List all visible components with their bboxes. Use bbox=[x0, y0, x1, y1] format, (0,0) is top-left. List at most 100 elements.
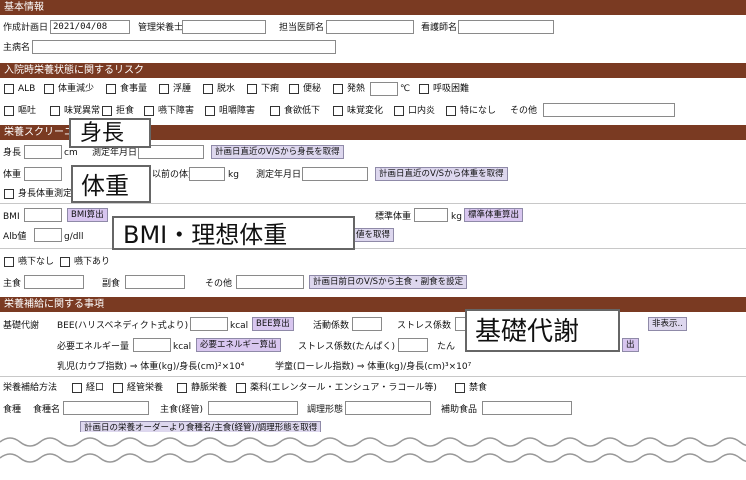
height-unit: cm bbox=[64, 148, 78, 158]
weight-date-input[interactable] bbox=[302, 167, 368, 181]
get-weight-button[interactable]: 計画日直近のV/Sから体重を取得 bbox=[375, 167, 508, 181]
weight-unit: kg bbox=[228, 170, 239, 180]
bee-label: BEE(ハリスベネディクト式より) bbox=[57, 321, 189, 331]
risk-refusal-label: 拒食 bbox=[116, 106, 135, 116]
risk-weight-loss-checkbox[interactable] bbox=[44, 84, 54, 94]
swallow-yes-label: 嚥下あり bbox=[74, 257, 111, 267]
activity-label: 活動係数 bbox=[313, 321, 350, 331]
calc-std-weight-button[interactable]: 標準体重算出 bbox=[464, 208, 524, 222]
section-risk-header: 入院時栄養状態に関するリスク bbox=[0, 63, 746, 78]
risk-meal-amount-checkbox[interactable] bbox=[106, 84, 116, 94]
plan-date-input[interactable]: 2021/04/08 bbox=[50, 20, 130, 34]
calc-bee-button[interactable]: BEE算出 bbox=[252, 317, 294, 331]
method-iv-label: 静脈栄養 bbox=[191, 383, 228, 393]
doctor-input[interactable] bbox=[326, 20, 414, 34]
disease-label: 主病名 bbox=[3, 43, 31, 53]
risk-stomatitis-label: 口内炎 bbox=[408, 106, 436, 116]
bmi-input[interactable] bbox=[24, 208, 62, 222]
risk-taste-change-checkbox[interactable] bbox=[333, 106, 343, 116]
risk-alb-label: ALB bbox=[18, 84, 36, 94]
alb-input[interactable] bbox=[34, 228, 62, 242]
risk-refusal-checkbox[interactable] bbox=[102, 106, 112, 116]
energy-label: 必要エネルギー量 bbox=[57, 342, 130, 352]
risk-dysphagia-checkbox[interactable] bbox=[144, 106, 154, 116]
callout-bee: 基礎代謝 bbox=[465, 309, 620, 352]
method-drug-checkbox[interactable] bbox=[236, 383, 246, 393]
risk-meal-amount-label: 食事量 bbox=[120, 84, 148, 94]
std-weight-unit: kg bbox=[451, 212, 462, 222]
risk-appetite-label: 食欲低下 bbox=[284, 106, 321, 116]
risk-chewing-checkbox[interactable] bbox=[205, 106, 215, 116]
other-food-label: その他 bbox=[205, 279, 233, 289]
set-food-button[interactable]: 計画日前日のV/Sから主食・副食を設定 bbox=[309, 275, 468, 289]
risk-edema-checkbox[interactable] bbox=[159, 84, 169, 94]
weight-date-label: 測定年月日 bbox=[256, 170, 302, 180]
swallow-yes-checkbox[interactable] bbox=[60, 257, 70, 267]
method-iv-checkbox[interactable] bbox=[177, 383, 187, 393]
dietitian-input[interactable] bbox=[182, 20, 266, 34]
get-alb-button[interactable]: 値を取得 bbox=[352, 228, 395, 242]
side-food-input[interactable] bbox=[125, 275, 185, 289]
supplement-input[interactable] bbox=[482, 401, 572, 415]
risk-other-label: その他 bbox=[510, 106, 538, 116]
dietitian-label: 管理栄養士 bbox=[138, 23, 184, 33]
risk-fever-label: 発熱 bbox=[347, 84, 366, 94]
risk-taste-abnormal-label: 味覚異常 bbox=[64, 106, 101, 116]
calc-protein-button[interactable]: 出 bbox=[622, 338, 639, 352]
swallow-none-checkbox[interactable] bbox=[4, 257, 14, 267]
kaup-formula: 乳児(カウプ指数) ⇒ 体重(kg)/身長(cm)²×10⁴ bbox=[57, 362, 245, 372]
calc-bmi-button[interactable]: BMI算出 bbox=[67, 208, 108, 222]
main-food-input[interactable] bbox=[24, 275, 84, 289]
meal-name-input[interactable] bbox=[63, 401, 149, 415]
get-height-button[interactable]: 計画日直近のV/Sから身長を取得 bbox=[211, 145, 344, 159]
method-tube-label: 経管栄養 bbox=[127, 383, 164, 393]
method-oral-label: 経口 bbox=[86, 383, 105, 393]
nurse-input[interactable] bbox=[458, 20, 554, 34]
form-input[interactable] bbox=[345, 401, 431, 415]
risk-none-checkbox[interactable] bbox=[446, 106, 456, 116]
risk-taste-change-label: 味覚変化 bbox=[347, 106, 384, 116]
method-label: 栄養補給方法 bbox=[3, 383, 58, 393]
risk-weight-loss-label: 体重減少 bbox=[58, 84, 95, 94]
main-food-tube-input[interactable] bbox=[208, 401, 298, 415]
disease-input[interactable] bbox=[32, 40, 336, 54]
risk-fever-checkbox[interactable] bbox=[333, 84, 343, 94]
hidden-toggle-button[interactable]: 非表示.. bbox=[648, 317, 687, 331]
weight-input[interactable] bbox=[24, 167, 62, 181]
unmeasurable-checkbox[interactable] bbox=[4, 189, 14, 199]
std-weight-input[interactable] bbox=[414, 208, 448, 222]
risk-none-label: 特になし bbox=[460, 106, 497, 116]
risk-taste-abnormal-checkbox[interactable] bbox=[50, 106, 60, 116]
alb-label: Alb値 bbox=[3, 232, 27, 242]
prev-weight-input[interactable] bbox=[189, 167, 225, 181]
risk-constipation-checkbox[interactable] bbox=[289, 84, 299, 94]
risk-appetite-checkbox[interactable] bbox=[270, 106, 280, 116]
method-oral-checkbox[interactable] bbox=[72, 383, 82, 393]
supplement-label: 補助食品 bbox=[441, 405, 478, 415]
stress-label: ストレス係数 bbox=[397, 321, 452, 331]
callout-height: 身長 bbox=[69, 118, 151, 148]
calc-energy-button[interactable]: 必要エネルギー算出 bbox=[196, 338, 281, 352]
other-food-input[interactable] bbox=[236, 275, 304, 289]
method-tube-checkbox[interactable] bbox=[113, 383, 123, 393]
risk-other-input[interactable] bbox=[543, 103, 675, 117]
stress-protein-input[interactable] bbox=[398, 338, 428, 352]
bmi-label: BMI bbox=[3, 212, 20, 222]
side-food-label: 副食 bbox=[102, 279, 121, 289]
bee-input[interactable] bbox=[190, 317, 228, 331]
fever-temp-input[interactable] bbox=[370, 82, 398, 96]
plan-date-label: 作成計画日 bbox=[3, 23, 49, 33]
risk-vomit-checkbox[interactable] bbox=[4, 106, 14, 116]
height-label: 身長 bbox=[3, 148, 22, 158]
height-input[interactable] bbox=[24, 145, 62, 159]
risk-dyspnea-checkbox[interactable] bbox=[419, 84, 429, 94]
risk-alb-checkbox[interactable] bbox=[4, 84, 14, 94]
energy-input[interactable] bbox=[133, 338, 171, 352]
activity-input[interactable] bbox=[352, 317, 382, 331]
method-fasting-checkbox[interactable] bbox=[455, 383, 465, 393]
risk-diarrhea-checkbox[interactable] bbox=[247, 84, 257, 94]
risk-stomatitis-checkbox[interactable] bbox=[394, 106, 404, 116]
risk-dehydration-checkbox[interactable] bbox=[203, 84, 213, 94]
protein-label: たん bbox=[437, 342, 456, 352]
bee-section-label: 基礎代謝 bbox=[3, 321, 40, 331]
